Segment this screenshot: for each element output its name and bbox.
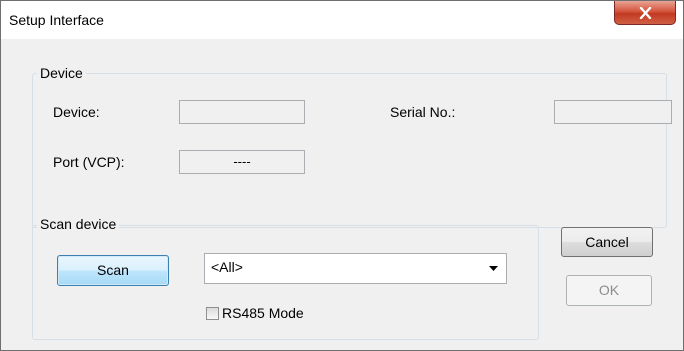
rs485-mode-checkbox[interactable]: [206, 307, 219, 320]
device-field: [179, 100, 305, 124]
title-bar[interactable]: Setup Interface: [1, 1, 683, 39]
scan-group-title: Scan device: [37, 216, 120, 232]
close-button[interactable]: [614, 1, 676, 25]
dropdown-arrow-icon: [489, 266, 498, 271]
close-x-icon: [639, 7, 652, 19]
device-filter-select[interactable]: <All>: [204, 253, 507, 284]
ok-button[interactable]: OK: [566, 275, 652, 306]
device-label: Device:: [53, 104, 100, 120]
device-filter-value: <All>: [211, 259, 243, 275]
serial-field: [554, 100, 672, 124]
window-title: Setup Interface: [9, 12, 104, 28]
serial-label: Serial No.:: [390, 104, 456, 120]
port-label: Port (VCP):: [53, 154, 125, 170]
device-group-title: Device: [37, 65, 86, 81]
dialog-client-area: Device Device: Serial No.: Port (VCP): -…: [9, 39, 675, 344]
scan-button[interactable]: Scan: [57, 255, 169, 286]
port-field: ----: [179, 150, 305, 174]
rs485-mode-label[interactable]: RS485 Mode: [222, 305, 304, 321]
setup-interface-dialog: Setup Interface Device Device: Serial No…: [0, 0, 684, 351]
cancel-button[interactable]: Cancel: [561, 227, 653, 257]
device-groupbox: [32, 73, 667, 228]
